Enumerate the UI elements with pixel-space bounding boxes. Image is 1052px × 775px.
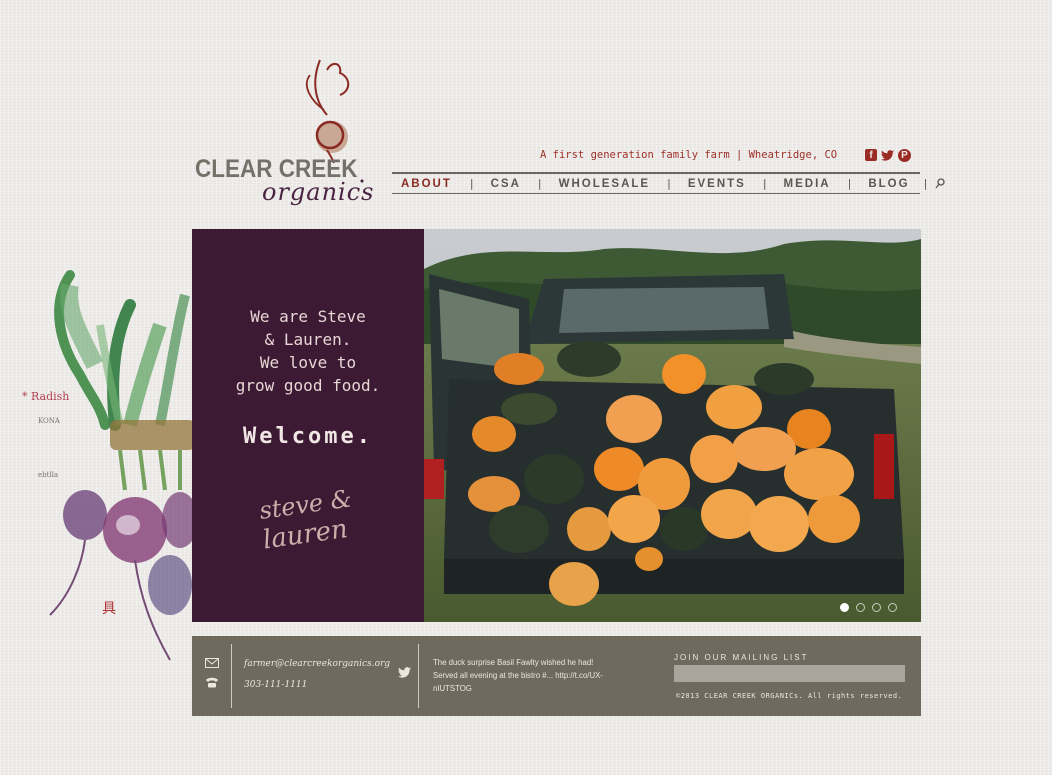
hero-line: & Lauren. — [264, 330, 352, 349]
nav-item-csa[interactable]: CSA — [491, 178, 521, 190]
hero-line: grow good food. — [235, 376, 381, 395]
search-icon[interactable] — [935, 178, 945, 189]
latest-tweet: The duck surprise Basil Fawlty wished he… — [433, 656, 633, 695]
slider-dot[interactable] — [840, 603, 849, 612]
slider-dot[interactable] — [872, 603, 881, 612]
slider-dot[interactable] — [856, 603, 865, 612]
svg-text:具: 具 — [102, 601, 116, 617]
pinterest-icon[interactable]: P — [898, 149, 911, 162]
main-nav: ABOUT | CSA | WHOLESALE | EVENTS | MEDIA… — [392, 172, 945, 194]
hero-welcome: Welcome. — [243, 424, 373, 449]
nav-item-media[interactable]: MEDIA — [784, 178, 831, 190]
nav-separator: | — [762, 177, 767, 190]
svg-text:* Radish: * Radish — [22, 390, 69, 403]
nav-item-about[interactable]: ABOUT — [401, 178, 452, 190]
contact-phone: 303-111-1111 — [244, 680, 308, 690]
twitter-icon[interactable] — [398, 667, 411, 678]
contact-email[interactable]: farmer@clearcreekorganics.org — [244, 659, 390, 669]
hero-line: We are Steve — [250, 307, 366, 326]
tweet-line[interactable]: Served all evening at the bistro #... ht… — [433, 669, 633, 682]
nav-separator: | — [469, 177, 474, 190]
nav-separator: | — [537, 177, 542, 190]
nav-item-wholesale[interactable]: WHOLESALE — [559, 178, 650, 190]
slider-dots — [840, 603, 897, 612]
hero-photo — [424, 229, 921, 622]
footer-divider — [231, 644, 232, 708]
slider-dot[interactable] — [888, 603, 897, 612]
hero-line: We love to — [259, 353, 357, 372]
hero-intro-text: We are Steve & Lauren. We love to grow g… — [192, 305, 424, 397]
radish-illustration: * Radish KONA ebtlla 具 — [22, 270, 195, 661]
tweet-line[interactable]: nIUTSTOG — [433, 682, 633, 695]
tweet-line: The duck surprise Basil Fawlty wished he… — [433, 658, 594, 667]
envelope-icon — [205, 658, 219, 668]
svg-text:ebtlla: ebtlla — [38, 471, 58, 479]
twitter-icon[interactable] — [881, 149, 894, 162]
footer-divider — [418, 644, 419, 708]
mailing-list-input[interactable] — [674, 665, 905, 682]
mailing-list-label: JOIN OUR MAILING LIST — [674, 653, 809, 662]
social-links: f P — [865, 149, 911, 162]
nav-separator: | — [847, 177, 852, 190]
nav-separator: | — [923, 177, 928, 190]
logo-script[interactable]: organics — [262, 178, 374, 206]
nav-item-blog[interactable]: BLOG — [868, 178, 909, 190]
nav-separator: | — [667, 177, 671, 190]
phone-icon — [206, 677, 218, 688]
facebook-icon[interactable]: f — [865, 149, 877, 161]
signature: steve & lauren — [258, 484, 354, 550]
svg-text:KONA: KONA — [38, 417, 61, 425]
tagline: A first generation family farm | Wheatri… — [540, 149, 838, 161]
copyright: ©2013 CLEAR CREEK ORGANICs. All rights r… — [676, 692, 903, 700]
nav-item-events[interactable]: EVENTS — [688, 178, 746, 190]
